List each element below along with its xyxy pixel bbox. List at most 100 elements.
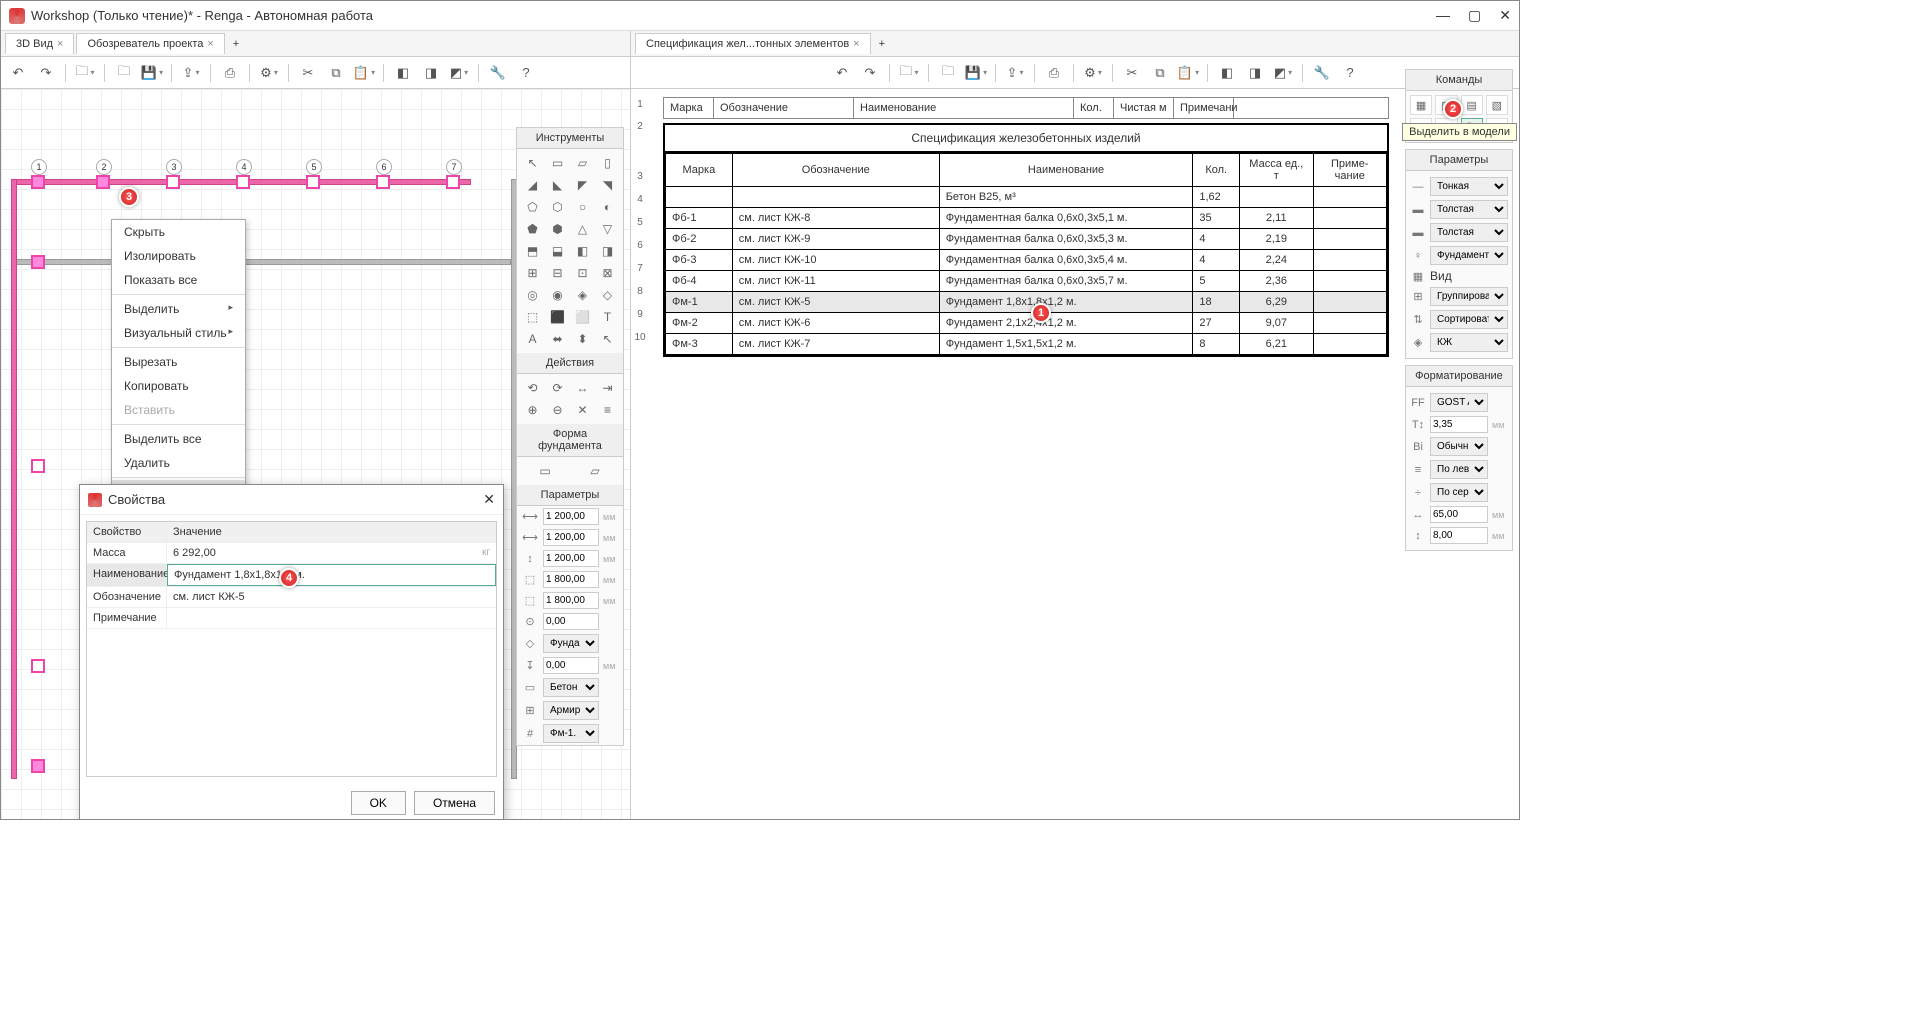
export-button[interactable]: ⇪: [1004, 62, 1026, 84]
save-button[interactable]: 💾: [965, 62, 987, 84]
tool-icon[interactable]: ⊞: [521, 263, 544, 283]
param-select[interactable]: Группировать: [1430, 287, 1508, 306]
cut-button[interactable]: ✂: [1121, 62, 1143, 84]
fmt-input[interactable]: [1430, 506, 1488, 523]
param-input[interactable]: [543, 529, 599, 546]
context-menu-item[interactable]: Выделить▸: [112, 297, 245, 321]
context-menu-item[interactable]: Вставить: [112, 398, 245, 422]
ok-button[interactable]: OK: [351, 791, 406, 815]
action-icon[interactable]: ✕: [571, 400, 594, 420]
minimize-button[interactable]: —: [1436, 7, 1450, 24]
context-menu-item[interactable]: Вырезать: [112, 350, 245, 374]
property-row[interactable]: Обозначениесм. лист КЖ-5: [87, 587, 496, 608]
close-icon[interactable]: ×: [57, 38, 63, 50]
redo-button[interactable]: ↷: [859, 62, 881, 84]
tool-icon[interactable]: ▯: [596, 153, 619, 173]
tool-icon[interactable]: ◧: [571, 241, 594, 261]
fmt-select[interactable]: GOST A: [1430, 393, 1488, 412]
tool-icon[interactable]: ⬡: [546, 197, 569, 217]
save-button[interactable]: 💾: [141, 62, 163, 84]
tool-icon[interactable]: A: [521, 329, 544, 349]
fmt-input[interactable]: [1430, 416, 1488, 433]
settings-button[interactable]: ⚙: [258, 62, 280, 84]
property-row[interactable]: Примечание: [87, 608, 496, 629]
fmt-input[interactable]: [1430, 527, 1488, 544]
tool-icon[interactable]: ▱: [571, 153, 594, 173]
open-button[interactable]: 🗀: [74, 62, 96, 84]
param-input[interactable]: [543, 508, 599, 525]
param-input[interactable]: [543, 571, 599, 588]
add-tab-button[interactable]: +: [227, 34, 245, 54]
tool-icon[interactable]: ◈: [571, 285, 594, 305]
3d-canvas[interactable]: 1 2 3 4 5 6 7: [1, 89, 630, 819]
spec-col-header[interactable]: Кол.: [1074, 98, 1114, 118]
tool-icon[interactable]: ▭: [546, 153, 569, 173]
tool-icon[interactable]: ◉: [546, 285, 569, 305]
tool-icon[interactable]: ⬒: [521, 241, 544, 261]
wrench-button[interactable]: 🔧: [487, 62, 509, 84]
param-select[interactable]: Сортировать: [1430, 310, 1508, 329]
tool-icon[interactable]: ○: [571, 197, 594, 217]
tool-icon[interactable]: ⊡: [571, 263, 594, 283]
context-menu-item[interactable]: Удалить: [112, 451, 245, 475]
spec-row[interactable]: Фм-3см. лист КЖ-7Фундамент 1,5x1,5x1,2 м…: [666, 334, 1387, 355]
tool-icon[interactable]: ⬢: [546, 219, 569, 239]
shape-trap-icon[interactable]: ▱: [571, 461, 619, 481]
param-input[interactable]: [543, 657, 599, 674]
spec-row[interactable]: Фб-1см. лист КЖ-8Фундаментная балка 0,6x…: [666, 208, 1387, 229]
help-button[interactable]: ?: [515, 62, 537, 84]
shape-rect-icon[interactable]: ▭: [521, 461, 569, 481]
paste-button[interactable]: 📋: [1177, 62, 1199, 84]
tool-icon[interactable]: ⬍: [571, 329, 594, 349]
cancel-button[interactable]: Отмена: [414, 791, 495, 815]
context-menu-item[interactable]: Выделить все: [112, 427, 245, 451]
tool-icon[interactable]: ⬟: [521, 219, 544, 239]
action-icon[interactable]: ≡: [596, 400, 619, 420]
property-row[interactable]: Масса6 292,00кг: [87, 543, 496, 564]
tool-icon[interactable]: ⊟: [546, 263, 569, 283]
action-icon[interactable]: ⟳: [546, 378, 569, 398]
close-button[interactable]: ✕: [1499, 7, 1511, 24]
param-select[interactable]: Бетон B15: [543, 678, 599, 697]
action-icon[interactable]: ⇥: [596, 378, 619, 398]
param-input[interactable]: [543, 550, 599, 567]
tool1-button[interactable]: ◧: [392, 62, 414, 84]
tool-icon[interactable]: T: [596, 307, 619, 327]
tool-icon[interactable]: ◢: [521, 175, 544, 195]
tab-project-browser[interactable]: Обозреватель проекта×: [76, 33, 224, 54]
tool-icon[interactable]: ⬜: [571, 307, 594, 327]
context-menu-item[interactable]: Визуальный стиль▸: [112, 321, 245, 345]
tool1-button[interactable]: ◧: [1216, 62, 1238, 84]
tool-icon[interactable]: ↖: [521, 153, 544, 173]
param-select[interactable]: Фундамент: [1430, 246, 1508, 265]
add-tab-button[interactable]: +: [873, 34, 891, 54]
spec-row[interactable]: Фб-2см. лист КЖ-9Фундаментная балка 0,6x…: [666, 229, 1387, 250]
folder-button[interactable]: 🗀: [113, 62, 135, 84]
action-icon[interactable]: ⊕: [521, 400, 544, 420]
spec-col-header[interactable]: Обозначение: [714, 98, 854, 118]
spec-row[interactable]: Фм-2см. лист КЖ-6Фундамент 2,1x2,4x1,2 м…: [666, 313, 1387, 334]
copy-button[interactable]: ⧉: [1149, 62, 1171, 84]
spec-col-header[interactable]: Марка: [664, 98, 714, 118]
close-icon[interactable]: ×: [207, 38, 213, 50]
fmt-select[interactable]: По левому кр: [1430, 460, 1488, 479]
undo-button[interactable]: ↶: [831, 62, 853, 84]
cmd-icon[interactable]: ▤: [1461, 95, 1483, 115]
tool2-button[interactable]: ◨: [420, 62, 442, 84]
tool3-button[interactable]: ◩: [1272, 62, 1294, 84]
context-menu-item[interactable]: Показать все: [112, 268, 245, 292]
tool-icon[interactable]: ↖: [596, 329, 619, 349]
tool-icon[interactable]: △: [571, 219, 594, 239]
copy-button[interactable]: ⧉: [325, 62, 347, 84]
print-button[interactable]: ⎙: [219, 62, 241, 84]
wrench-button[interactable]: 🔧: [1311, 62, 1333, 84]
param-select[interactable]: КЖ: [1430, 333, 1508, 352]
param-select[interactable]: Армировани: [543, 701, 599, 720]
action-icon[interactable]: ⟲: [521, 378, 544, 398]
tool-icon[interactable]: ◎: [521, 285, 544, 305]
tool-icon[interactable]: ◨: [596, 241, 619, 261]
paste-button[interactable]: 📋: [353, 62, 375, 84]
undo-button[interactable]: ↶: [7, 62, 29, 84]
tool-icon[interactable]: ◤: [571, 175, 594, 195]
tool3-button[interactable]: ◩: [448, 62, 470, 84]
